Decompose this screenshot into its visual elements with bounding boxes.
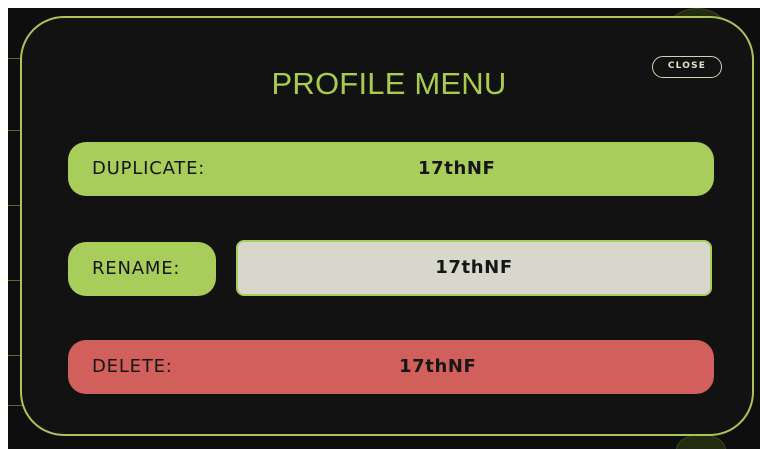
duplicate-label: DUPLICATE: [92,158,206,179]
screen: PROFILE MENU CLOSE DUPLICATE: 17thNF REN… [0,0,760,449]
delete-button[interactable]: DELETE: 17thNF [68,340,714,394]
profile-menu-dialog: PROFILE MENU CLOSE DUPLICATE: 17thNF REN… [20,16,754,436]
dialog-title: PROFILE MENU [271,66,507,101]
delete-label: DELETE: [92,356,173,377]
duplicate-button[interactable]: DUPLICATE: 17thNF [68,142,714,196]
rename-label: RENAME: [92,258,181,279]
delete-profile-name: 17thNF [399,356,477,377]
rename-button[interactable]: RENAME: [68,242,216,296]
rename-input[interactable]: 17thNF [236,240,712,296]
duplicate-profile-name: 17thNF [418,158,496,179]
close-button[interactable]: CLOSE [652,56,722,78]
